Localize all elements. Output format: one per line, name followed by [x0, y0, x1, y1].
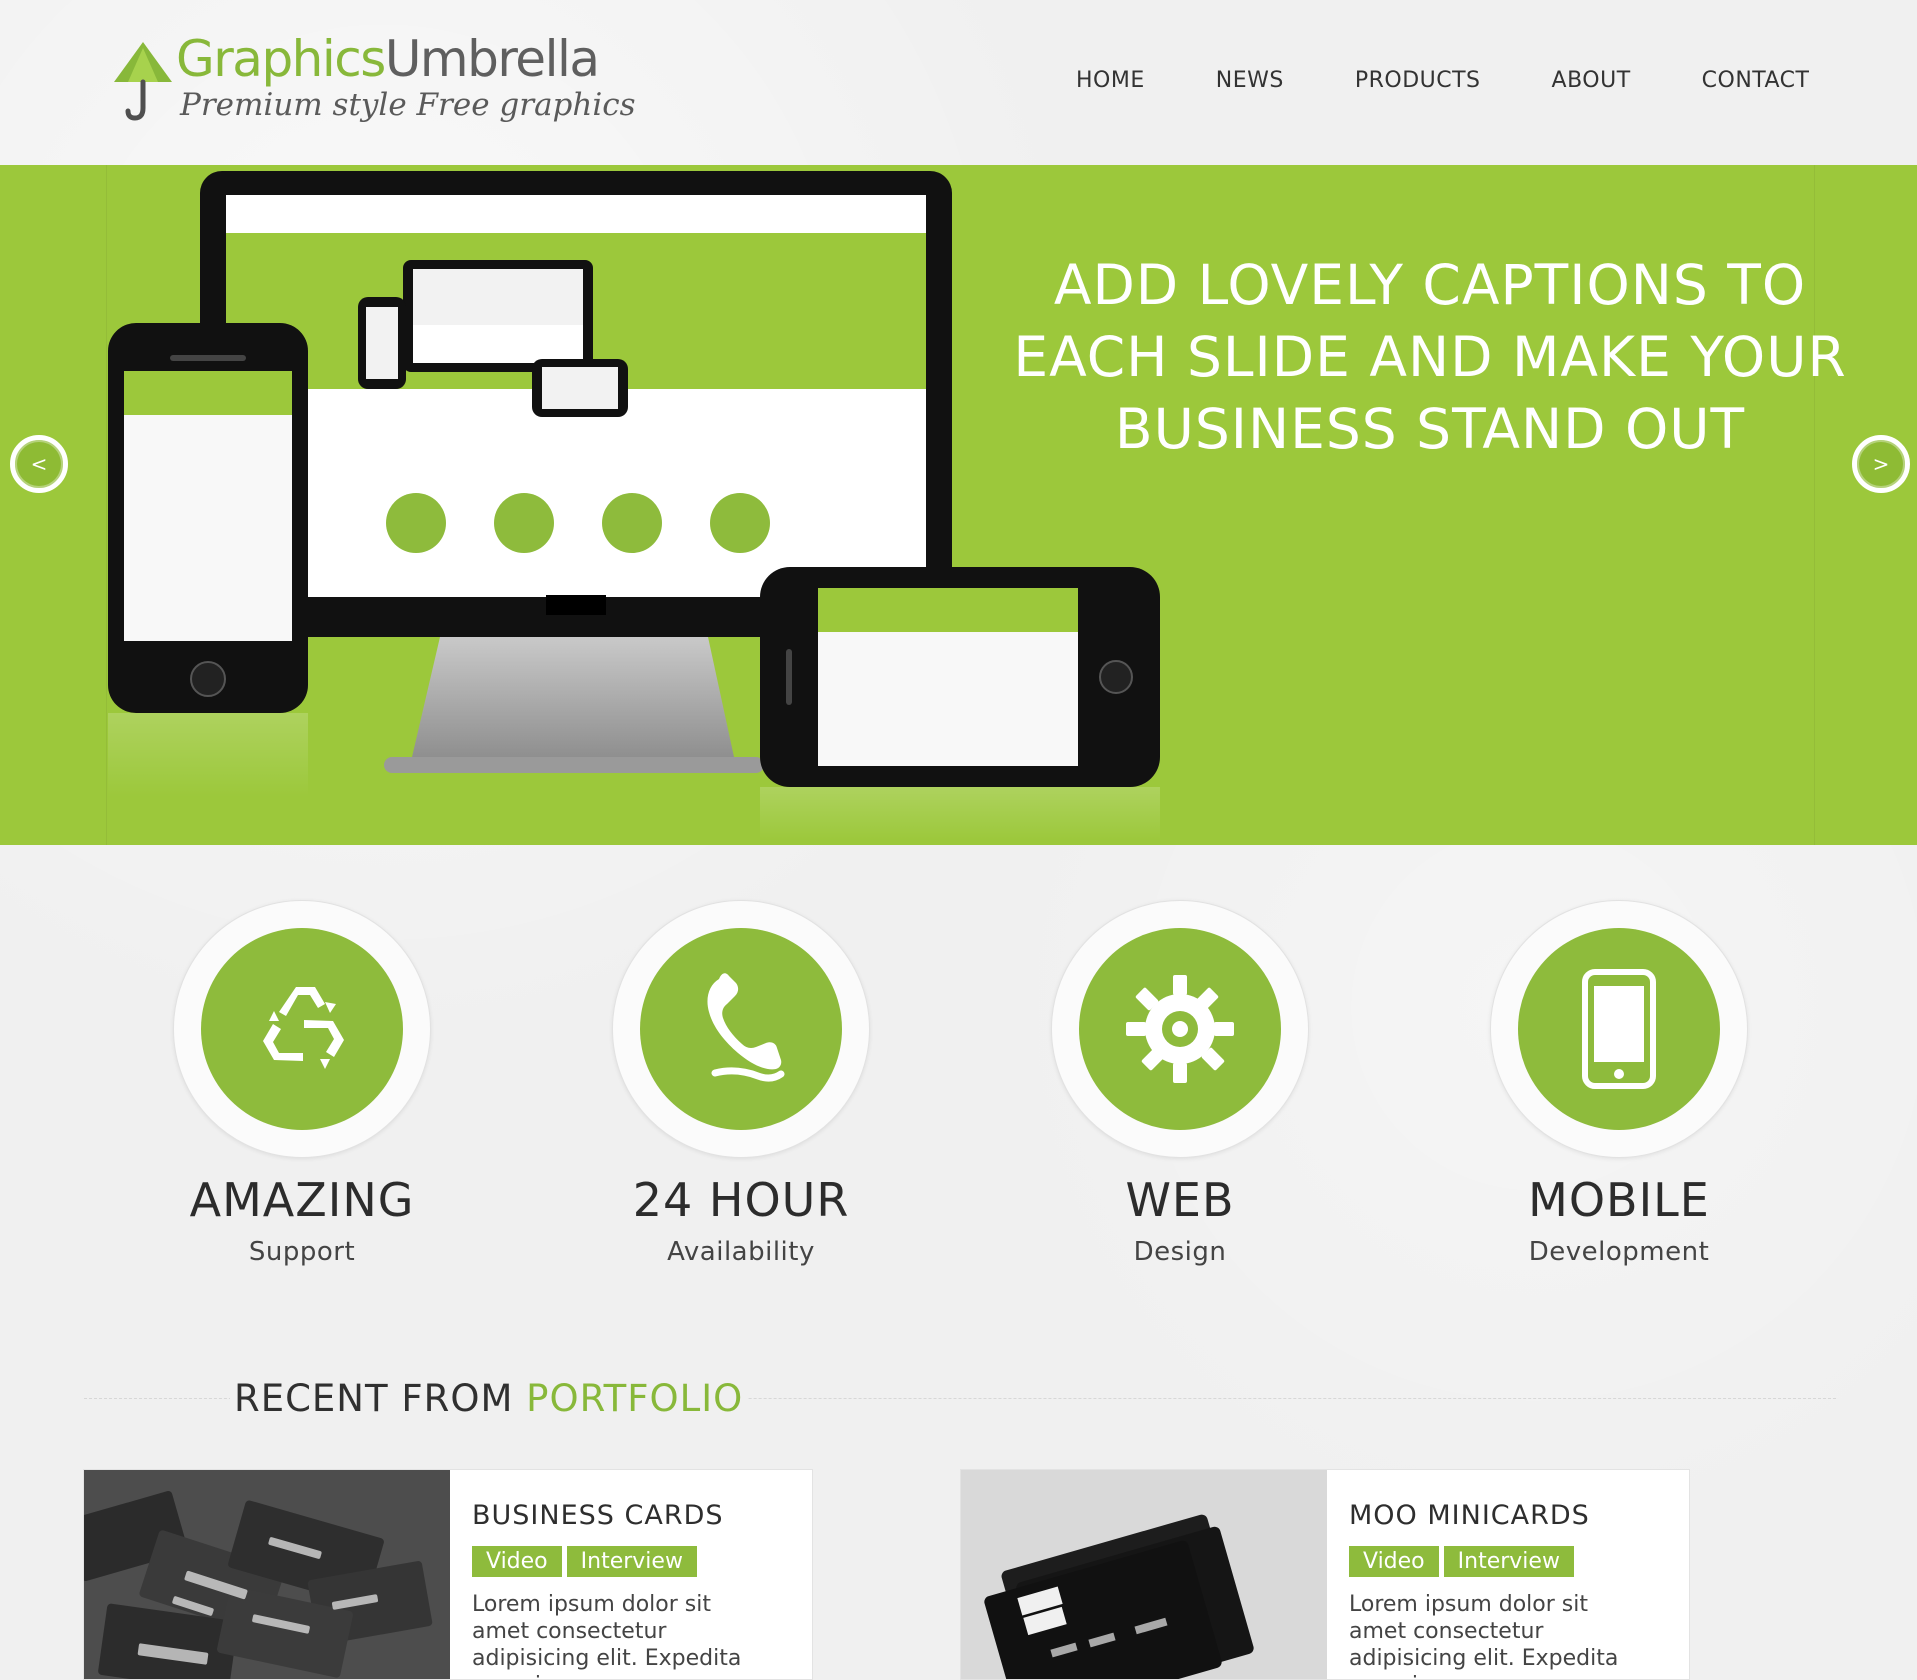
site-logo[interactable]: GraphicsUmbrella Premium style Free grap… [108, 34, 636, 134]
card-description: Lorem ipsum dolor sit amet consectetur a… [472, 1592, 742, 1679]
feature-title: 24 HOUR [632, 1173, 850, 1227]
feature-title: MOBILE [1528, 1173, 1710, 1227]
page: GraphicsUmbrella Premium style Free grap… [0, 0, 1917, 1680]
mobile-icon [1582, 969, 1656, 1089]
feature-circle [640, 928, 842, 1130]
hero-caption: ADD LOVELY CAPTIONS TO EACH SLIDE AND MA… [1013, 253, 1847, 461]
business-cards-photo [84, 1470, 450, 1679]
card-content: MOO MINICARDS Video Interview Lorem ipsu… [1349, 1500, 1669, 1679]
nav-about[interactable]: ABOUT [1552, 68, 1631, 93]
feature-subtitle: Development [1528, 1237, 1710, 1267]
feature-subtitle: Support [248, 1237, 356, 1267]
umbrella-logo-icon [114, 42, 172, 121]
tag-interview[interactable]: Interview [566, 1546, 697, 1577]
card-tags: Video Interview [472, 1546, 792, 1577]
feature-amazing: AMAZING Support [172, 900, 432, 1268]
feature-circle [201, 928, 403, 1130]
business-cards-image[interactable] [84, 1470, 450, 1679]
card-tags: Video Interview [1349, 1546, 1669, 1577]
logo-title-left: Graphics [176, 30, 386, 88]
hero-slider: ADD LOVELY CAPTIONS TO EACH SLIDE AND MA… [0, 165, 1917, 845]
feature-title: WEB [1125, 1173, 1235, 1227]
feature-title: AMAZING [189, 1173, 415, 1227]
feature-subtitle: Availability [667, 1237, 815, 1267]
card-title[interactable]: MOO MINICARDS [1349, 1500, 1669, 1532]
feature-ring [612, 900, 870, 1158]
feature-subtitle: Design [1133, 1237, 1227, 1267]
tag-video[interactable]: Video [1349, 1546, 1439, 1577]
hero-left-edge [106, 165, 107, 845]
card-content: BUSINESS CARDS Video Interview Lorem ips… [472, 1500, 792, 1679]
portfolio-heading: RECENT FROM PORTFOLIO [84, 1376, 1836, 1424]
moo-minicards-photo [961, 1470, 1327, 1679]
logo-tagline: Premium style Free graphics [180, 87, 636, 123]
logo-title-right: Umbrella [384, 30, 600, 88]
site-header: GraphicsUmbrella Premium style Free grap… [0, 0, 1917, 165]
feature-circle [1518, 928, 1720, 1130]
feature-24-hour: 24 HOUR Availability [611, 900, 871, 1268]
feature-mobile: MOBILE Development [1489, 900, 1749, 1268]
tag-video[interactable]: Video [472, 1546, 562, 1577]
feature-web: WEB Design [1050, 900, 1310, 1268]
features-section: AMAZING Support 24 HOUR Availability WEB… [0, 900, 1917, 1280]
portfolio-title: RECENT FROM PORTFOLIO [230, 1376, 748, 1422]
portfolio-title-prefix: RECENT FROM [234, 1377, 514, 1420]
chevron-left-icon: < [30, 452, 48, 476]
nav-home[interactable]: HOME [1076, 68, 1145, 93]
nav-news[interactable]: NEWS [1216, 68, 1284, 93]
feature-ring [173, 900, 431, 1158]
portfolio-card-business-cards[interactable]: BUSINESS CARDS Video Interview Lorem ips… [83, 1469, 813, 1680]
moo-minicards-image[interactable] [961, 1470, 1327, 1679]
portfolio-title-accent: PORTFOLIO [526, 1377, 744, 1420]
feature-circle [1079, 928, 1281, 1130]
logo-title: GraphicsUmbrella [176, 34, 600, 84]
portfolio-card-moo-minicards[interactable]: MOO MINICARDS Video Interview Lorem ipsu… [960, 1469, 1690, 1680]
main-nav: HOME NEWS PRODUCTS ABOUT CONTACT [1076, 68, 1809, 93]
slider-next-button[interactable]: > [1852, 435, 1910, 493]
nav-contact[interactable]: CONTACT [1702, 68, 1810, 93]
card-description: Lorem ipsum dolor sit amet consectetur a… [1349, 1592, 1619, 1679]
card-title[interactable]: BUSINESS CARDS [472, 1500, 792, 1532]
recycle-icon [263, 987, 344, 1069]
slider-prev-button[interactable]: < [10, 435, 68, 493]
nav-products[interactable]: PRODUCTS [1355, 68, 1481, 93]
feature-ring [1490, 900, 1748, 1158]
feature-ring [1051, 900, 1309, 1158]
chevron-right-icon: > [1872, 452, 1890, 476]
tag-interview[interactable]: Interview [1443, 1546, 1574, 1577]
gear-icon [1126, 975, 1234, 1083]
phone-icon [707, 973, 785, 1082]
